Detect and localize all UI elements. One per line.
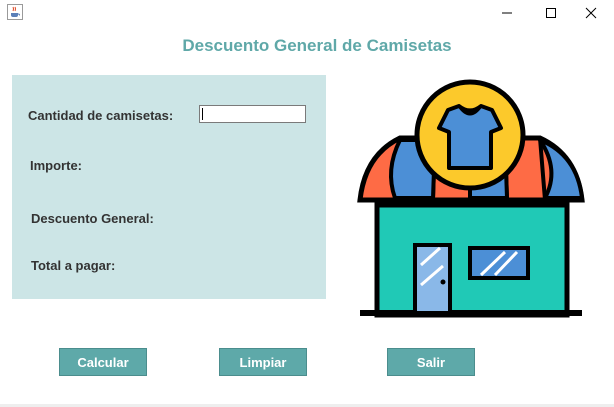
maximize-icon (546, 8, 556, 18)
window-titlebar (0, 0, 614, 26)
importe-label: Importe: (30, 158, 82, 173)
limpiar-button[interactable]: Limpiar (219, 348, 307, 376)
total-label: Total a pagar: (31, 258, 116, 273)
java-coffee-icon[interactable] (7, 4, 23, 20)
cantidad-label: Cantidad de camisetas: (28, 108, 174, 123)
minimize-button[interactable] (484, 0, 530, 26)
page-title: Descuento General de Camisetas (182, 36, 452, 55)
close-icon (585, 7, 597, 19)
calcular-button[interactable]: Calcular (59, 348, 147, 376)
cantidad-input[interactable] (199, 105, 306, 123)
minimize-icon (502, 12, 512, 14)
descuento-label: Descuento General: (31, 211, 154, 226)
shop-tshirt-icon (355, 70, 585, 325)
salir-button[interactable]: Salir (387, 348, 475, 376)
close-button[interactable] (568, 0, 614, 26)
text-caret (202, 108, 203, 120)
